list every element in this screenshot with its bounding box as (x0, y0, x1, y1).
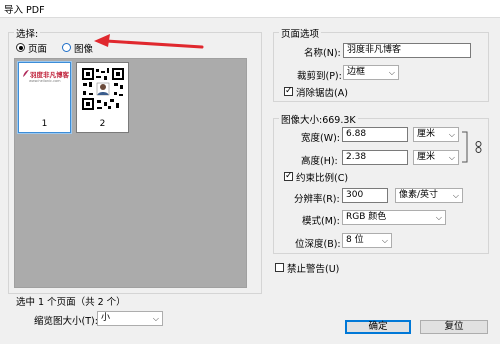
mode-select[interactable]: RGB 颜色 ⌵ (342, 210, 446, 225)
crop-label: 裁剪到(P): (297, 71, 342, 82)
antialias-label[interactable]: 消除锯齿(A) (296, 85, 348, 99)
page-radio[interactable] (16, 43, 25, 52)
height-unit-value: 厘米 (417, 152, 436, 162)
resolution-unit-value: 像素/英寸 (399, 190, 439, 200)
depth-value: 8 位 (346, 235, 364, 245)
image-radio-label[interactable]: 图像 (74, 41, 93, 55)
resolution-field[interactable]: 300 (342, 188, 388, 203)
title-bar: 导入 PDF (0, 0, 500, 18)
thumb-url-text: www.hellonic.com (29, 79, 61, 83)
name-label: 名称(N): (304, 48, 341, 59)
antialias-checkbox[interactable] (284, 85, 293, 97)
thumb-brand-text: 羽度非凡博客 (30, 71, 69, 79)
depth-select[interactable]: 8 位 ⌵ (342, 233, 392, 248)
page-thumbnail-1[interactable]: 羽度非凡博客 www.hellonic.com 1 (18, 62, 71, 133)
height-unit-select[interactable]: 厘米 ⌵ (413, 150, 459, 165)
constrain-label[interactable]: 约束比例(C) (296, 170, 348, 184)
constrain-checkbox[interactable] (284, 170, 293, 182)
thumb-size-value: 小 (101, 313, 111, 323)
suppress-warnings-checkbox[interactable] (275, 263, 284, 272)
crop-select[interactable]: 边框 ⌵ (343, 65, 399, 80)
suppress-warnings-label[interactable]: 禁止警告(U) (287, 261, 339, 275)
chevron-down-icon: ⌵ (388, 68, 395, 77)
name-field[interactable]: 羽度非凡博客 (343, 43, 471, 58)
selection-legend: 选择: (14, 26, 41, 40)
height-field[interactable]: 2.38 (342, 150, 408, 165)
page-radio-label[interactable]: 页面 (28, 41, 47, 55)
selection-status: 选中 1 个页面（共 2 个） (16, 297, 126, 308)
thumb-logo: 羽度非凡博客 (22, 69, 69, 79)
chevron-down-icon: ⌵ (435, 213, 442, 222)
thumb-label: 2 (99, 119, 106, 129)
resolution-label: 分辨率(R): (294, 194, 340, 205)
mode-value: RGB 颜色 (346, 212, 387, 222)
chevron-down-icon: ⌵ (448, 130, 455, 139)
page-preview-area[interactable]: 羽度非凡博客 www.hellonic.com 1 2 (14, 58, 247, 288)
image-size-legend: 图像大小:669.3K (279, 112, 358, 126)
chevron-down-icon: ⌵ (452, 191, 459, 200)
chain-link-icon (475, 141, 482, 153)
reset-button[interactable]: 复位 (420, 320, 488, 334)
width-unit-select[interactable]: 厘米 ⌵ (413, 127, 459, 142)
crop-value: 边框 (347, 67, 366, 77)
page-thumbnail-2[interactable]: 2 (76, 62, 129, 133)
ok-button[interactable]: 确定 (345, 320, 411, 334)
annotation-arrow-icon (94, 34, 204, 49)
logo-icon (23, 70, 29, 77)
thumb-size-select[interactable]: 小 ⌵ (97, 311, 163, 326)
image-radio[interactable] (62, 43, 71, 52)
resolution-unit-select[interactable]: 像素/英寸 ⌵ (395, 188, 463, 203)
link-bracket (462, 131, 468, 163)
page-options-legend: 页面选项 (279, 26, 322, 40)
height-label: 高度(H): (301, 156, 338, 167)
width-label: 宽度(W): (301, 133, 341, 144)
depth-label: 位深度(B): (295, 239, 341, 250)
chevron-down-icon: ⌵ (448, 153, 455, 162)
thumb-label: 1 (41, 119, 48, 129)
chevron-down-icon: ⌵ (381, 236, 388, 245)
width-field[interactable]: 6.88 (342, 127, 408, 142)
mode-label: 模式(M): (302, 216, 340, 227)
thumb-size-label: 缩览图大小(T): (34, 316, 98, 327)
width-unit-value: 厘米 (417, 129, 436, 139)
qr-code-icon (81, 67, 125, 111)
window-title: 导入 PDF (4, 5, 45, 16)
chevron-down-icon: ⌵ (152, 314, 159, 323)
